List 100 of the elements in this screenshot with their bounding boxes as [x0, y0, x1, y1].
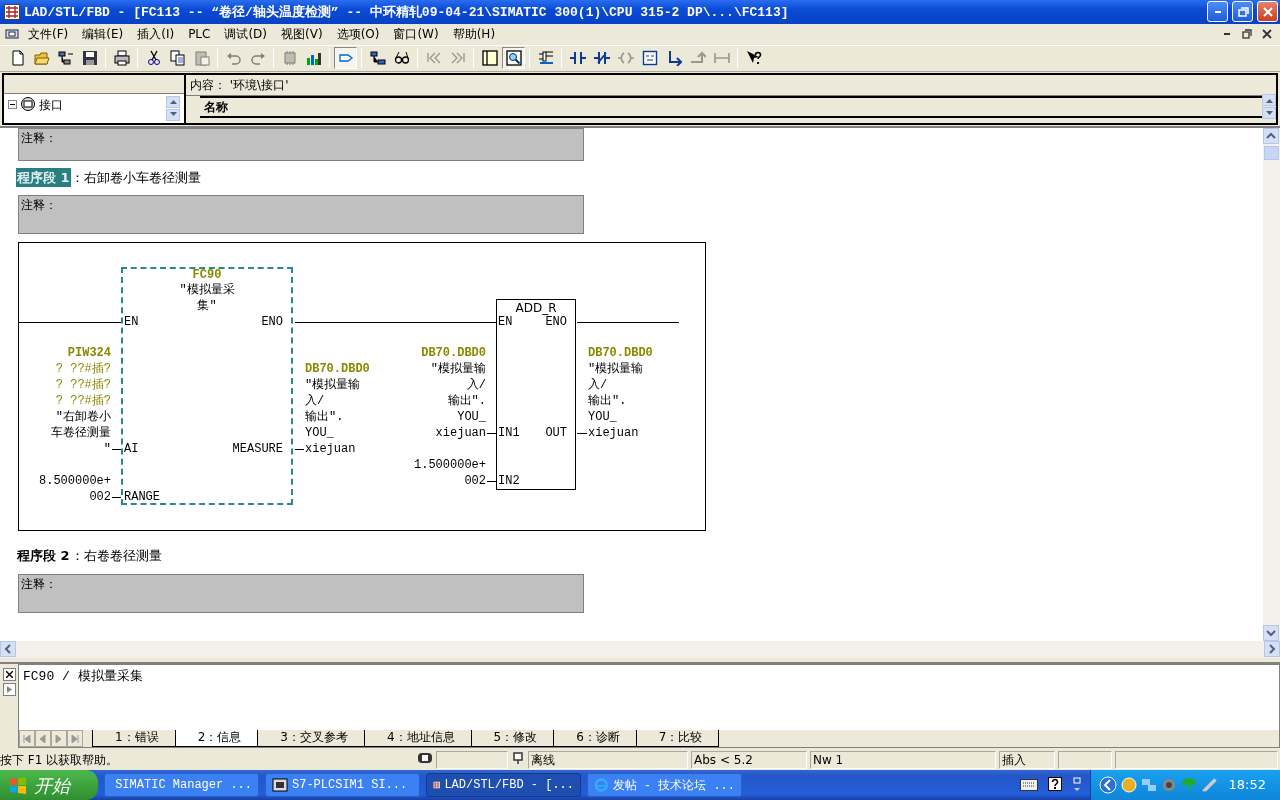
operand-label: 输出″. — [446, 393, 486, 410]
scroll-right-button[interactable] — [1264, 641, 1280, 658]
connection-status: 离线 — [528, 751, 688, 769]
tab[interactable]: 7：比较 — [635, 730, 720, 747]
operand-label: YOU_ — [305, 425, 335, 442]
taskbar-button[interactable]: S7-PLCSIM1 SI... — [265, 773, 420, 797]
contact-icon — [569, 50, 586, 67]
app-icon — [594, 777, 609, 793]
details-tool-button[interactable] — [502, 47, 525, 70]
block-number-label: FC90 — [191, 269, 223, 283]
menu-item[interactable]: 视图(V) — [275, 24, 329, 45]
speaker-icon — [1160, 777, 1177, 793]
wire-line — [487, 481, 496, 483]
address-comment: ? ??#插? — [54, 361, 111, 378]
scroll-left-button[interactable] — [0, 641, 16, 658]
menu-item[interactable]: 帮助(H) — [446, 24, 502, 45]
address-comment: ? ??#插? — [54, 377, 111, 394]
operand-label: YOU_ — [588, 409, 618, 426]
menu-item[interactable]: PLC — [182, 24, 217, 45]
menu-item[interactable]: 窗口(W) — [387, 24, 445, 45]
keyboard-icon — [1019, 779, 1038, 791]
comment-box[interactable]: 注释： — [18, 127, 584, 161]
page-icon — [9, 50, 26, 67]
mode-status: 插入 — [999, 751, 1055, 769]
scrollbar-thumb[interactable] — [1264, 145, 1279, 160]
expand-button[interactable] — [2, 683, 16, 697]
comment-box[interactable]: 注释： — [18, 573, 584, 613]
task-label: SIMATIC Manager ... — [115, 778, 252, 792]
folder-icon — [33, 50, 50, 67]
help-icon — [1047, 777, 1062, 793]
tab[interactable]: 5：修改 — [470, 730, 555, 747]
chip-icon — [281, 50, 298, 67]
down-arrow-icon — [169, 112, 177, 118]
tab[interactable]: 6：诊断 — [553, 730, 637, 747]
operand-label: ″ — [102, 441, 111, 458]
scroll-down-button[interactable] — [1262, 107, 1276, 120]
connection-icon — [511, 751, 525, 765]
block-symbol-label: ″模拟量采 — [178, 282, 236, 299]
menu-item[interactable]: 调试(D) — [218, 24, 274, 45]
status-field — [436, 751, 508, 769]
panel-icon — [481, 50, 498, 67]
scroll-up-button[interactable] — [166, 95, 180, 108]
undo-icon — [225, 50, 242, 67]
pin-label: ENO — [545, 315, 567, 331]
scroll-up-button[interactable] — [1263, 127, 1279, 144]
pin-label: EN — [498, 314, 513, 331]
tab[interactable]: 1：错误 — [92, 730, 176, 747]
block-name-label: ADD_R — [514, 300, 558, 317]
help-text: 按下 F1 以获取帮助。 — [0, 752, 119, 769]
right-arrow-icon — [6, 686, 12, 694]
taskbar-button[interactable]: SIMATIC Manager ... — [104, 773, 259, 797]
content-path-label: 内容： '环境\接口' — [190, 76, 289, 94]
restore-button[interactable] — [1232, 1, 1253, 23]
first-arrow-icon — [23, 734, 31, 743]
status-field — [1058, 751, 1112, 769]
tab[interactable]: 3：交叉参考 — [257, 730, 365, 747]
comment-box[interactable]: 注释： — [18, 195, 584, 235]
clock: 18:52 — [1228, 776, 1266, 795]
nodes-icon — [57, 50, 74, 67]
minimize-icon — [1224, 33, 1230, 36]
taskbar-button[interactable]: LAD/STL/FBD - [... — [426, 773, 581, 797]
previous-arrow-icon — [39, 734, 47, 743]
pen-icon — [1200, 777, 1217, 793]
scroll-up-button[interactable] — [1262, 94, 1276, 107]
network-label[interactable]: 程序段 1 — [16, 167, 71, 188]
address-label: PIW324 — [66, 345, 111, 362]
scroll-down-button[interactable] — [166, 108, 180, 121]
printer-icon — [113, 50, 130, 67]
column-header: 名称 — [203, 98, 228, 116]
next-arrow-icon — [55, 734, 63, 743]
glasses-icon — [393, 50, 410, 67]
app-icon — [272, 777, 288, 793]
close-icon — [5, 671, 13, 679]
tab[interactable]: 4：地址信息 — [363, 730, 472, 747]
minimize-button[interactable] — [1207, 1, 1228, 23]
tree-item[interactable]: 接口 — [39, 95, 63, 114]
operand-label: ″模拟量输 — [588, 361, 645, 378]
menu-item[interactable]: 插入(I) — [131, 24, 181, 45]
closed-contact-icon — [593, 50, 610, 67]
tab[interactable]: 2：信息 — [174, 730, 259, 747]
monitor-tool-button[interactable] — [334, 47, 357, 70]
menu-item[interactable]: 选项(O) — [330, 24, 386, 45]
menu-item[interactable]: 编辑(E) — [76, 24, 130, 45]
menu-item[interactable]: 文件(F) — [22, 24, 75, 45]
pin-label: IN2 — [498, 473, 520, 490]
clipboard-icon — [193, 50, 210, 67]
network-label[interactable]: 程序段 2 — [16, 546, 71, 566]
up-arrow-icon — [169, 99, 177, 105]
window-title: LAD/STL/FBD - [FC113 -- “卷径/轴头温度检测” -- 中环精轧09-04-21\SIMATIC 300(1)\CPU 315-2 DP\...\FC113] — [24, 3, 790, 21]
operand-label: YOU_ — [456, 409, 486, 426]
network-icon — [1140, 777, 1157, 793]
chevron-icon — [1098, 776, 1117, 794]
close-button[interactable] — [2, 668, 16, 682]
wire-line — [112, 497, 121, 499]
operand-label: 002 — [88, 489, 111, 506]
taskbar-button[interactable]: 发帖 - 技术论坛 ... — [587, 773, 742, 797]
cpu-icon — [417, 751, 433, 765]
pages-icon — [169, 50, 186, 67]
coin-icon — [1120, 777, 1137, 793]
scroll-down-button[interactable] — [1263, 625, 1279, 642]
